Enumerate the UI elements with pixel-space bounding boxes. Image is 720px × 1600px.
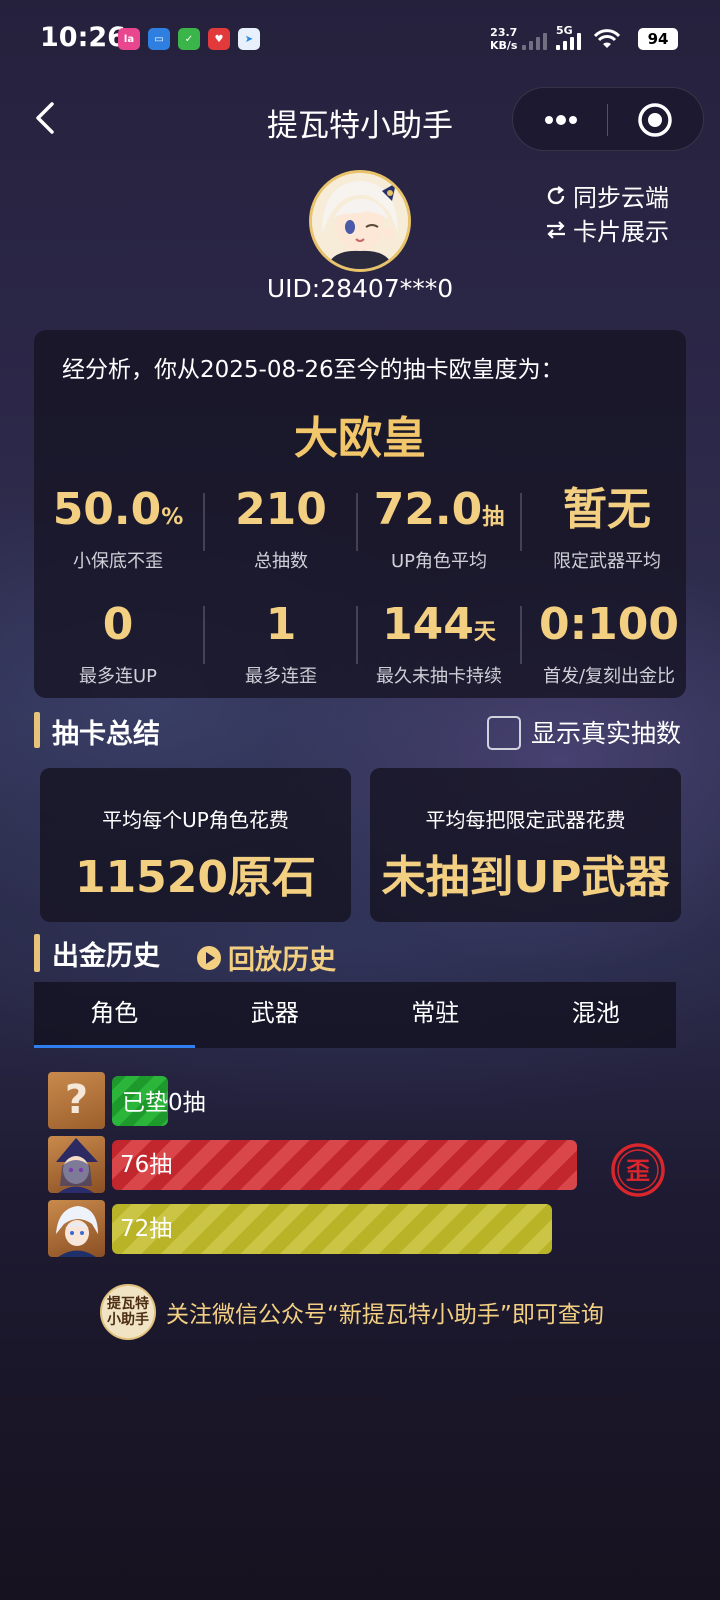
signal-5g-icon <box>556 30 582 50</box>
more-dots-icon[interactable] <box>543 110 579 130</box>
tab-mixed[interactable]: 混池 <box>516 982 677 1048</box>
limited-weapon-cost-card: 平均每把限定武器花费 未抽到UP武器 <box>370 768 681 922</box>
stat-item: 暂无 限定武器平均 <box>527 483 687 573</box>
section-accent-bar <box>34 712 40 748</box>
pull-bar: 72抽 <box>112 1204 552 1254</box>
character-portrait-icon <box>48 1200 105 1257</box>
replay-history-label: 回放历史 <box>228 945 336 976</box>
analysis-summary-text: 经分析，你从2025-08-26至今的抽卡欧皇度为： <box>62 357 564 383</box>
up-character-cost-title: 平均每个UP角色花费 <box>102 808 289 832</box>
stat-label: 首发/复刻出金比 <box>542 666 676 687</box>
limited-weapon-cost-value: 未抽到UP武器 <box>381 852 670 903</box>
stat-item: 0 最多连UP <box>38 598 198 688</box>
close-target-icon[interactable] <box>637 102 673 138</box>
paper-plane-app-icon: ➤ <box>238 28 260 50</box>
tab-weapon[interactable]: 武器 <box>195 982 356 1048</box>
show-real-pulls-label[interactable]: 显示真实抽数 <box>531 714 681 750</box>
stat-item: 50.0% 小保底不歪 <box>38 483 198 573</box>
character-portrait-icon <box>312 173 408 269</box>
limited-weapon-cost-title: 平均每把限定武器花费 <box>425 808 626 832</box>
stat-label: UP角色平均 <box>390 551 488 572</box>
stat-label: 最多连UP <box>78 666 158 687</box>
stat-divider <box>356 493 358 551</box>
play-icon <box>197 945 221 970</box>
section-accent-bar <box>34 934 40 972</box>
tab-standard[interactable]: 常驻 <box>355 982 516 1048</box>
tab-character[interactable]: 角色 <box>34 982 195 1048</box>
check-app-icon: ✓ <box>178 28 200 50</box>
status-bar: 10:26 la ▭ ✓ ♥ ➤ 23.7 KB/s 5G 94 <box>0 0 720 80</box>
off-banner-stamp-icon: 歪 <box>611 1143 665 1197</box>
stat-divider <box>520 493 522 551</box>
stat-item: 0:100 首发/复刻出金比 <box>524 598 694 688</box>
mini-program-capsule <box>512 87 704 151</box>
refresh-icon <box>547 185 565 204</box>
pending-pity-text: 已垫0抽 <box>122 1090 206 1116</box>
show-real-pulls-checkbox[interactable] <box>487 716 521 750</box>
replay-history-button[interactable]: 回放历史 <box>196 938 336 977</box>
heart-app-icon: ♥ <box>208 28 230 50</box>
stat-item: 1 最多连歪 <box>201 598 361 688</box>
unknown-character-icon: ? <box>48 1072 105 1129</box>
stat-divider <box>356 606 358 664</box>
user-uid: UID:28407***0 <box>266 274 454 303</box>
pull-bar: 76抽 <box>112 1140 577 1190</box>
stat-item: 210 总抽数 <box>201 483 361 573</box>
stat-item: 144天 最久未抽卡持续 <box>359 598 519 688</box>
sync-cloud-label: 同步云端 <box>573 184 669 212</box>
lala-app-icon: la <box>118 28 140 50</box>
history-tabs: 角色 武器 常驻 混池 <box>34 982 676 1048</box>
stat-divider <box>520 606 522 664</box>
battery-indicator: 94 <box>638 28 678 50</box>
summary-section-title: 抽卡总结 <box>52 719 160 750</box>
app-logo-icon: 提瓦特 小助手 <box>100 1284 156 1340</box>
stat-label: 最久未抽卡持续 <box>376 666 502 687</box>
up-character-cost-value: 11520原石 <box>74 852 317 903</box>
card-display-button[interactable]: 卡片展示 <box>545 212 669 247</box>
luck-rank: 大欧皇 <box>294 413 426 464</box>
footer-notice: 提瓦特 小助手 关注微信公众号“新提瓦特小助手”即可查询 <box>100 1284 604 1340</box>
footer-text: 关注微信公众号“新提瓦特小助手”即可查询 <box>166 1302 604 1328</box>
svg-text:歪: 歪 <box>626 1157 650 1185</box>
stat-item: 72.0抽 UP角色平均 <box>359 483 519 573</box>
stat-label: 小保底不歪 <box>73 551 163 572</box>
stat-label: 限定武器平均 <box>553 551 661 572</box>
clock: 10:26 <box>40 22 126 53</box>
stat-label: 最多连歪 <box>245 666 317 687</box>
chat-app-icon: ▭ <box>148 28 170 50</box>
user-avatar[interactable] <box>309 170 411 272</box>
swap-arrows-icon <box>547 220 565 239</box>
capsule-divider <box>607 104 608 136</box>
network-speed: 23.7 KB/s <box>490 26 518 52</box>
stat-label: 总抽数 <box>254 551 308 572</box>
up-character-cost-card: 平均每个UP角色花费 11520原石 <box>40 768 351 922</box>
wifi-icon <box>593 29 621 48</box>
card-display-label: 卡片展示 <box>573 218 669 246</box>
sync-cloud-button[interactable]: 同步云端 <box>545 178 669 213</box>
signal-icon <box>522 30 548 50</box>
character-portrait-icon <box>48 1136 105 1193</box>
history-section-title: 出金历史 <box>52 941 160 972</box>
